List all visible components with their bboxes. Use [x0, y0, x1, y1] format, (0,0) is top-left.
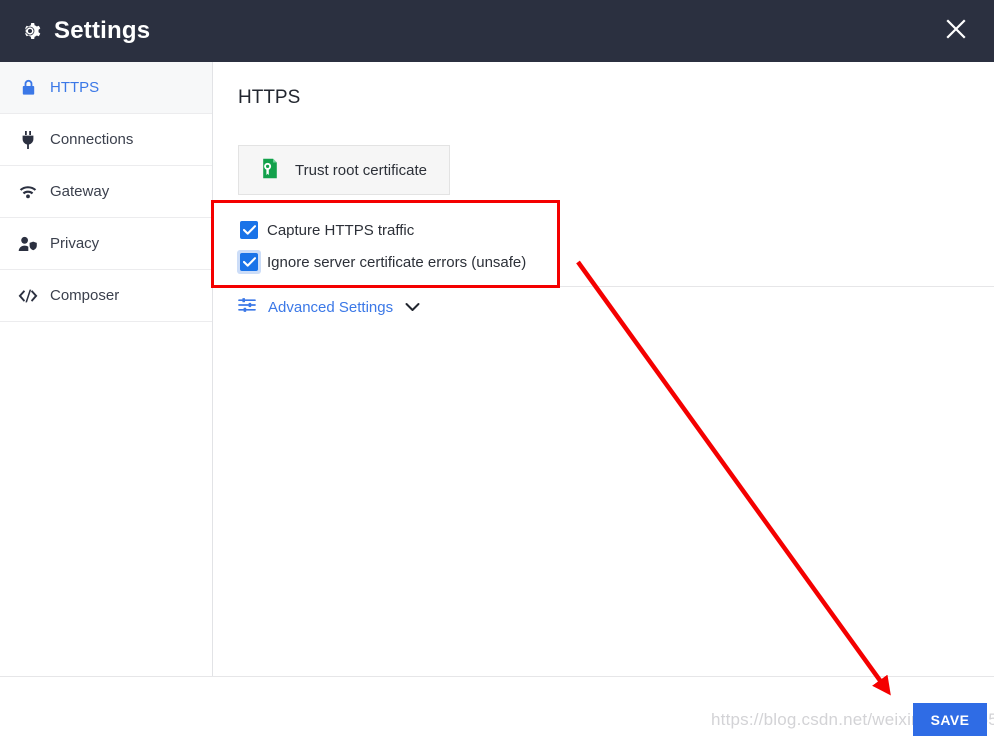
sidebar-item-https[interactable]: HTTPS — [0, 62, 212, 114]
page-title: HTTPS — [238, 87, 301, 108]
capture-https-traffic-checkbox[interactable] — [240, 221, 258, 239]
lock-icon — [18, 79, 38, 96]
gear-icon — [18, 19, 42, 43]
title-bar-left: Settings — [0, 19, 150, 43]
checkbox-label: Capture HTTPS traffic — [267, 221, 415, 239]
save-button[interactable]: SAVE — [913, 703, 987, 736]
trust-root-certificate-button[interactable]: Trust root certificate — [238, 145, 450, 195]
checkbox-focus-ring — [237, 250, 261, 274]
window-title: Settings — [54, 17, 151, 44]
close-icon — [945, 18, 967, 45]
settings-window: Settings HTTPS Connections Gateway Priva… — [0, 0, 994, 742]
sidebar-item-label: Gateway — [50, 183, 110, 200]
chevron-down-icon — [405, 299, 420, 317]
trust-root-certificate-label: Trust root certificate — [295, 161, 427, 179]
certificate-document-icon — [261, 158, 281, 183]
sidebar: HTTPS Connections Gateway Privacy Compos… — [0, 62, 213, 676]
plug-icon — [18, 130, 38, 149]
sidebar-item-label: Connections — [50, 131, 134, 148]
sidebar-item-label: HTTPS — [50, 79, 100, 96]
content-divider — [214, 286, 994, 287]
code-icon — [18, 289, 38, 303]
checkbox-row-ignore-server-certificate-errors[interactable]: Ignore server certificate errors (unsafe… — [237, 246, 527, 278]
close-button[interactable] — [938, 13, 974, 49]
checkbox-row-capture-https-traffic[interactable]: Capture HTTPS traffic — [240, 214, 526, 246]
ignore-server-certificate-errors-checkbox[interactable] — [240, 253, 258, 271]
title-bar: Settings — [0, 0, 994, 62]
sidebar-item-label: Composer — [50, 287, 120, 304]
sidebar-item-composer[interactable]: Composer — [0, 270, 212, 322]
checkbox-label: Ignore server certificate errors (unsafe… — [267, 253, 527, 271]
sidebar-item-gateway[interactable]: Gateway — [0, 166, 212, 218]
footer-divider — [0, 676, 994, 677]
sidebar-item-label: Privacy — [50, 235, 100, 252]
advanced-settings-label: Advanced Settings — [268, 299, 394, 316]
wifi-icon — [18, 185, 38, 199]
advanced-settings-toggle[interactable]: Advanced Settings — [238, 297, 420, 318]
sidebar-item-privacy[interactable]: Privacy — [0, 218, 212, 270]
user-shield-icon — [18, 236, 38, 252]
sidebar-item-connections[interactable]: Connections — [0, 114, 212, 166]
tune-sliders-icon — [238, 297, 256, 318]
https-options-group: Capture HTTPS traffic Ignore server cert… — [237, 214, 527, 278]
main-content: HTTPS Trust root certificate Capture HTT… — [214, 62, 994, 676]
